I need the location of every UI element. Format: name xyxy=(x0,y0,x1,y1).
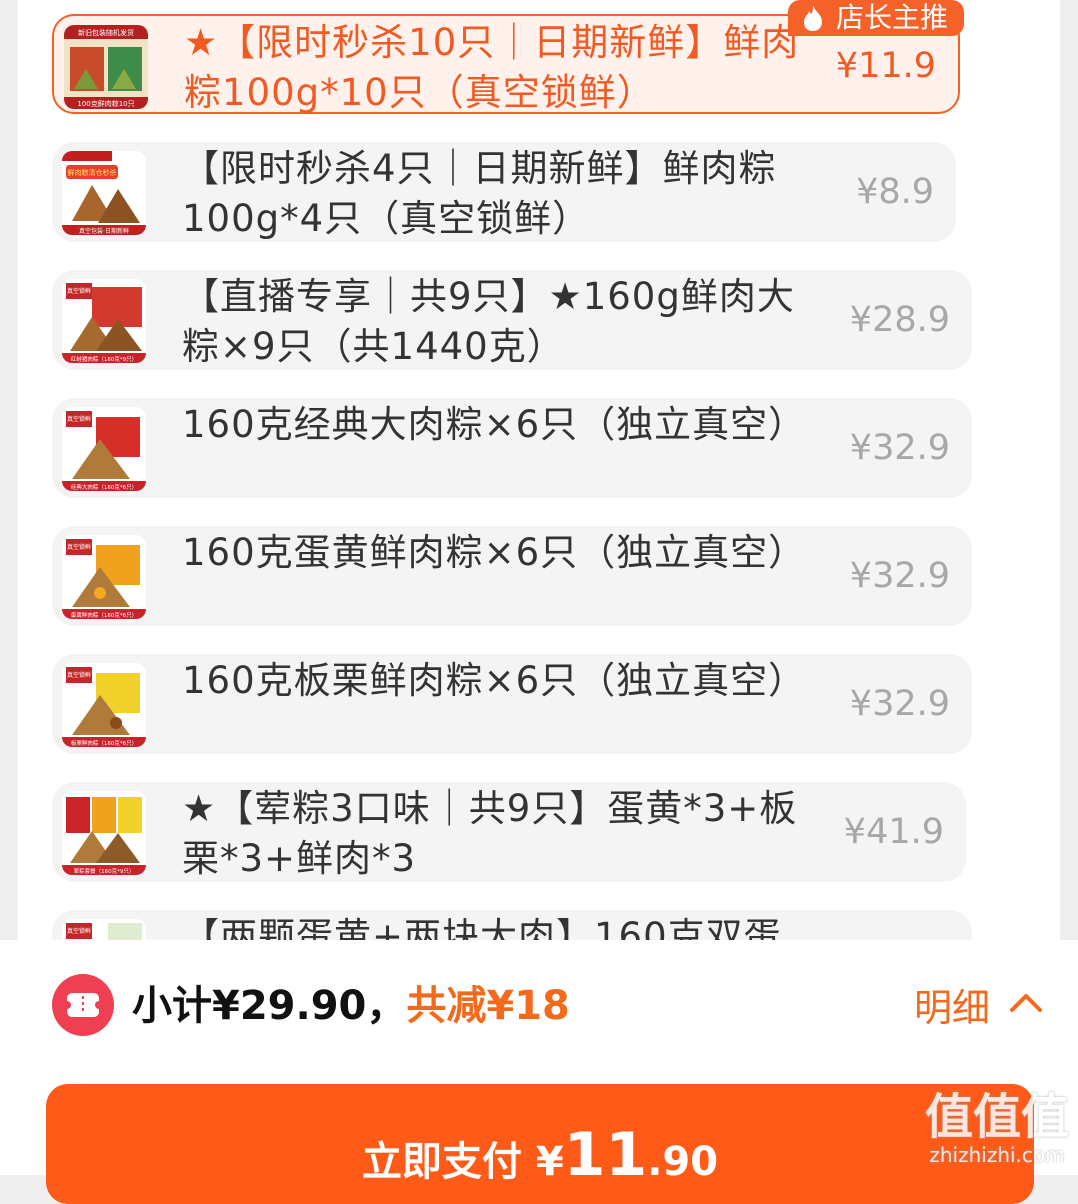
option-title: ★【荤粽3口味｜共9只】蛋黄*3+板栗*3+鲜肉*3 xyxy=(182,787,798,880)
option-price: ¥32.9 xyxy=(849,428,950,468)
option-title: 【两颗蛋黄+两块大肉】160克双蛋 xyxy=(182,915,782,940)
option-title: 160克经典大肉粽×6只（独立真空） xyxy=(182,403,807,446)
product-thumbnail: 真空锁鲜 红蛙猪肉粽（160克*9只） xyxy=(62,279,146,363)
option-item[interactable]: 荤粽套餐（160克*9只） ★【荤粽3口味｜共9只】蛋黄*3+板栗*3+鲜肉*3… xyxy=(52,782,966,882)
watermark: 值值值 zhizhizhi.com xyxy=(922,1091,1072,1167)
detail-link[interactable]: 明细 xyxy=(914,980,990,1036)
thumb-caption-top: 真空锁鲜 xyxy=(67,671,91,679)
pay-amount: 立即支付 ¥11.90 xyxy=(361,1120,719,1190)
subtotal-summary: 小计¥29.90，共减¥18 xyxy=(132,978,570,1034)
option-item[interactable]: 真空锁鲜 板栗鲜肉粽（160克*6只） 160克板栗鲜肉粽×6只（独立真空） ¥… xyxy=(52,654,972,754)
watermark-brand: 值值值 xyxy=(924,1089,1069,1145)
product-thumbnail: 真空锁鲜 板栗鲜肉粽（160克*6只） xyxy=(62,663,146,747)
thumb-caption-top: 真空锁鲜 xyxy=(67,543,91,551)
checkout-footer: 小计¥29.90，共减¥18 明细 立即支付 ¥11.90 值值值 zhizhi… xyxy=(0,940,1078,1204)
option-title: 160克蛋黄鲜肉粽×6只（独立真空） xyxy=(182,531,807,574)
option-price: ¥32.9 xyxy=(849,556,950,596)
thumb-caption: 板栗鲜肉粽（160克*6只） xyxy=(71,739,137,747)
product-thumbnail: 真空锁鲜 蛋黄鲜肉粽（160克*6只） xyxy=(62,535,146,619)
option-item[interactable]: 真空锁鲜 【两颗蛋黄+两块大肉】160克双蛋 xyxy=(52,910,972,940)
thumb-caption-top: 鲜肉粽清仓秒杀 xyxy=(68,168,117,177)
option-price: ¥41.9 xyxy=(843,812,944,852)
product-thumbnail: 新旧包装随机发货 100克鲜肉粽10只 xyxy=(64,25,148,109)
fire-icon xyxy=(803,5,823,31)
thumb-caption: 经典大肉粽（160克*6只） xyxy=(71,483,137,491)
option-item[interactable]: 真空锁鲜 经典大肉粽（160克*6只） 160克经典大肉粽×6只（独立真空） ¥… xyxy=(52,398,972,498)
option-title: ★【限时秒杀10只｜日期新鲜】鲜肉粽100g*10只（真空锁鲜） xyxy=(184,21,800,114)
option-title: 【直播专享｜共9只】★160g鲜肉大粽×9只（共1440克） xyxy=(182,275,795,368)
store-recommend-badge: 店长主推 xyxy=(787,0,964,36)
pay-amount-cents: .90 xyxy=(647,1139,719,1185)
thumb-caption-top: 真空锁鲜 xyxy=(67,927,91,935)
watermark-domain: zhizhizhi.com xyxy=(929,1143,1065,1167)
thumb-caption: 真空包装·日期新鲜 xyxy=(79,227,129,235)
coupon-icon[interactable] xyxy=(52,974,114,1036)
thumb-caption: 蛋黄鲜肉粽（160克*6只） xyxy=(71,611,137,619)
option-price: ¥8.9 xyxy=(856,172,934,212)
thumb-caption: 红蛙猪肉粽（160克*9只） xyxy=(71,355,137,363)
pay-now-button[interactable]: 立即支付 ¥11.90 xyxy=(46,1084,1034,1204)
thumb-caption: 100克鲜肉粽10只 xyxy=(77,99,134,108)
option-item[interactable]: 真空锁鲜 蛋黄鲜肉粽（160克*6只） 160克蛋黄鲜肉粽×6只（独立真空） ¥… xyxy=(52,526,972,626)
thumb-caption-top: 新旧包装随机发货 xyxy=(78,28,134,37)
thumb-caption: 荤粽套餐（160克*9只） xyxy=(74,867,135,875)
pay-amount-integer: 11 xyxy=(563,1120,648,1190)
option-item-selected[interactable]: 新旧包装随机发货 100克鲜肉粽10只 ★【限时秒杀10只｜日期新鲜】鲜肉粽10… xyxy=(52,0,964,114)
product-option-list: 新旧包装随机发货 100克鲜肉粽10只 ★【限时秒杀10只｜日期新鲜】鲜肉粽10… xyxy=(18,0,1060,940)
subtotal-text: 小计¥29.90， xyxy=(132,983,407,1029)
pay-label: 立即支付 ¥ xyxy=(361,1139,564,1185)
product-thumbnail: 真空锁鲜 经典大肉粽（160克*6只） xyxy=(62,407,146,491)
product-thumbnail: 鲜肉粽清仓秒杀 真空包装·日期新鲜 xyxy=(62,151,146,235)
option-title: 【限时秒杀4只｜日期新鲜】鲜肉粽100g*4只（真空锁鲜） xyxy=(182,147,777,240)
option-price: ¥28.9 xyxy=(849,300,950,340)
thumb-caption-top: 真空锁鲜 xyxy=(67,415,91,423)
option-item[interactable]: 鲜肉粽清仓秒杀 真空包装·日期新鲜 【限时秒杀4只｜日期新鲜】鲜肉粽100g*4… xyxy=(52,142,956,242)
option-item[interactable]: 真空锁鲜 红蛙猪肉粽（160克*9只） 【直播专享｜共9只】★160g鲜肉大粽×… xyxy=(52,270,972,370)
product-thumbnail: 荤粽套餐（160克*9只） xyxy=(62,791,146,875)
thumb-caption-top: 真空锁鲜 xyxy=(67,287,91,295)
chevron-up-icon[interactable] xyxy=(1008,990,1044,1014)
product-thumbnail: 真空锁鲜 xyxy=(62,919,146,940)
badge-label: 店长主推 xyxy=(835,1,948,34)
option-title: 160克板栗鲜肉粽×6只（独立真空） xyxy=(182,659,807,702)
discount-text: 共减¥18 xyxy=(406,983,570,1029)
option-price: ¥32.9 xyxy=(849,684,950,724)
